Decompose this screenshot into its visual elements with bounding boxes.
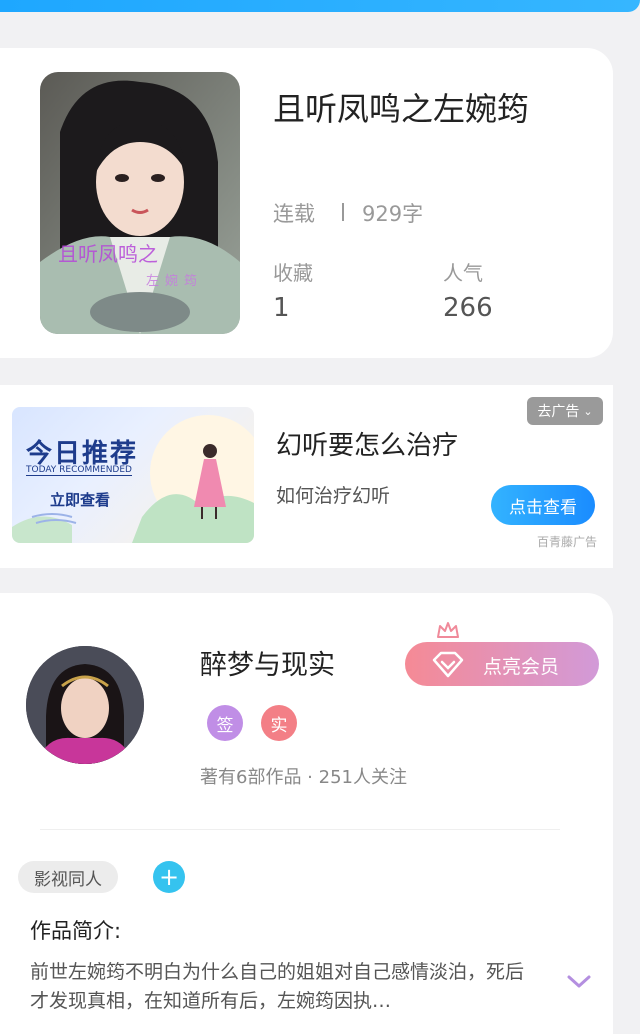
intro-text: 前世左婉筠不明白为什么自己的姐姐对自己感情淡泊，死后才发现真相，在知道所有后，左… [30,961,525,1012]
expand-chevron-icon[interactable] [566,973,592,991]
cover-author-text: 左婉筠 [146,274,204,289]
activate-vip-button[interactable]: 点亮会员 [405,642,599,686]
verified-badge: 实 [261,705,297,741]
popularity-label: 人气 [443,261,483,285]
banner-subtitle: TODAY RECOMMENDED [26,465,132,476]
ad-view-button[interactable]: 点击查看 [491,485,595,525]
crown-icon [437,622,459,638]
divider [40,829,560,830]
ad-card[interactable]: 今日推荐 TODAY RECOMMENDED 立即查看 幻听要怎么治疗 如何治疗… [0,385,613,568]
ad-source-label: 百青藤广告 [537,535,598,549]
remove-ad-label: 去广告 [537,404,580,420]
book-cover-image[interactable]: 且听凤鸣之 左婉筠 [40,72,240,334]
cover-illustration [40,72,240,334]
signed-badge: 签 [207,705,243,741]
word-count: 929字 [362,202,424,226]
cover-title-text: 且听凤鸣之 [58,242,158,266]
book-info-card: 且听凤鸣之 左婉筠 且听凤鸣之左婉筠 连载 929字 收藏 1 人气 266 [0,48,613,358]
intro-label: 作品简介: [30,919,122,943]
favorites-label: 收藏 [273,261,313,285]
book-title: 且听凤鸣之左婉筠 [273,90,530,128]
author-stats: 著有6部作品 · 251人关注 [200,767,407,788]
avatar-illustration [26,646,144,764]
status-divider [342,203,344,221]
author-name[interactable]: 醉梦与现实 [200,643,335,682]
book-status: 连载 [273,202,315,226]
ad-title[interactable]: 幻听要怎么治疗 [276,425,458,462]
avatar[interactable] [26,646,144,764]
remove-ad-button[interactable]: 去广告 ⌄ [527,397,603,425]
ad-description: 如何治疗幻听 [276,485,391,507]
ad-banner-image[interactable]: 今日推荐 TODAY RECOMMENDED 立即查看 [12,407,254,543]
top-accent-bar [0,0,640,12]
popularity-value: 266 [443,293,493,323]
favorites-value: 1 [273,293,290,323]
tag-chip[interactable]: 影视同人 [18,861,118,893]
add-tag-button[interactable]: + [153,861,185,893]
banner-cta: 立即查看 [50,491,111,509]
diamond-icon [432,651,464,678]
chevron-down-icon: ⌄ [583,404,593,418]
vip-label: 点亮会员 [483,656,560,678]
author-card: 醉梦与现实 签 实 著有6部作品 · 251人关注 点亮会员 影视同人 + 作品… [0,593,613,1034]
